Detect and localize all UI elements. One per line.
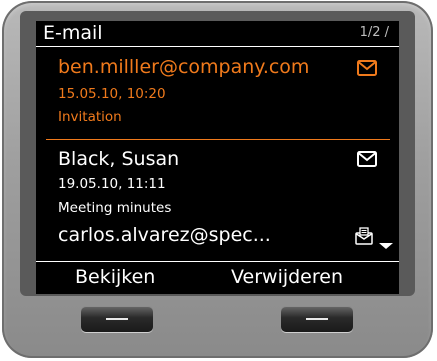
message-sender: Black, Susan (58, 148, 180, 170)
envelope-icon (357, 60, 377, 76)
title-bar: E-mail 1/2 / (36, 21, 399, 47)
message-item-3[interactable]: carlos.alvarez@spec... (36, 220, 399, 260)
page-indicator: 1/2 / (359, 25, 389, 40)
message-date: 15.05.10, 10:20 (58, 86, 166, 102)
message-subject: Invitation (58, 109, 122, 125)
message-date: 19.05.10, 11:11 (58, 176, 166, 192)
message-sender: ben.milller@company.com (58, 56, 310, 78)
envelope-attachment-icon (354, 227, 374, 245)
message-item-1[interactable]: ben.milller@company.com 15.05.10, 10:20 … (36, 48, 399, 139)
softkey-delete[interactable]: Verwijderen (231, 265, 343, 289)
left-softkey-button[interactable] (81, 306, 153, 332)
message-subject: Meeting minutes (58, 200, 172, 216)
dash-icon (106, 318, 128, 320)
softkey-view[interactable]: Bekijken (75, 265, 155, 289)
softkey-bar: Bekijken Verwijderen (36, 261, 399, 294)
message-item-2[interactable]: Black, Susan 19.05.10, 11:11 Meeting min… (36, 140, 399, 220)
right-softkey-button[interactable] (281, 306, 353, 332)
message-sender: carlos.alvarez@spec... (58, 224, 271, 246)
envelope-icon (357, 151, 377, 167)
scroll-down-icon[interactable] (379, 243, 393, 249)
dash-icon (306, 318, 328, 320)
page-title: E-mail (43, 22, 103, 44)
display-screen: E-mail 1/2 / ben.milller@company.com 15.… (36, 21, 399, 294)
